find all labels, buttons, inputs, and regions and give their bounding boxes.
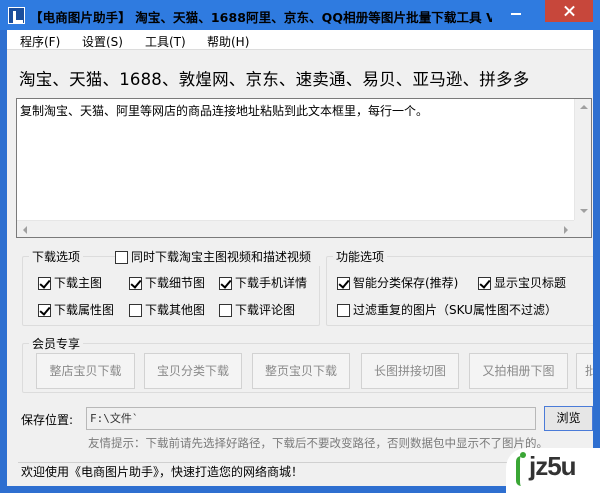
checkbox-label: 下载评论图 <box>235 303 296 317</box>
checkbox-box <box>219 277 232 290</box>
checkbox-box <box>129 277 142 290</box>
menu-help[interactable]: 帮助(H) <box>207 33 249 50</box>
menu-tools[interactable]: 工具(T) <box>145 33 186 50</box>
download-by-category-button[interactable]: 宝贝分类下载 <box>144 353 242 389</box>
checkbox-label: 下载主图 <box>54 276 103 290</box>
checkbox-label: 过滤重复的图片（SKU属性图不过滤） <box>353 303 557 317</box>
checkbox-label: 智能分类保存(推荐) <box>353 276 459 290</box>
checkbox-box <box>219 304 232 317</box>
function-options-group: 功能选项 智能分类保存(推荐) 显示宝贝标题 过滤重复的图片（SKU属性图不过滤… <box>326 248 593 326</box>
checkbox-box <box>38 277 51 290</box>
checkbox-box <box>478 277 491 290</box>
member-exclusive-title: 会员专享 <box>29 335 84 352</box>
logo-dot-icon <box>520 452 526 458</box>
browse-button[interactable]: 浏览 <box>544 406 593 431</box>
long-image-stitch-button[interactable]: 长图拼接切图 <box>361 353 459 389</box>
download-options-group: 下载选项 同时下载淘宝主图视频和描述视频 下载主图 下载细节图 下载手机详情 下… <box>22 248 320 326</box>
checkbox-box <box>38 304 51 317</box>
menu-program[interactable]: 程序(F) <box>20 33 60 50</box>
watermark-text: jz5u <box>529 451 577 481</box>
download-whole-store-button[interactable]: 整店宝贝下载 <box>36 353 135 389</box>
logo-mark-icon <box>516 456 526 486</box>
checkbox-box <box>115 251 128 264</box>
checkbox-label: 下载手机详情 <box>235 276 308 290</box>
scroll-right-icon[interactable] <box>564 226 568 234</box>
scroll-corner <box>574 220 591 237</box>
checkbox-label: 下载细节图 <box>145 276 206 290</box>
friendly-tip: 友情提示：下载前请先选择好路径，下载后不要改变路径，否则数据包中显示不了图片的。 <box>88 436 548 450</box>
scroll-down-icon[interactable] <box>580 209 588 213</box>
member-exclusive-group: 会员专享 整店宝贝下载 宝贝分类下载 整页宝贝下载 长图拼接切图 又拍相册下图 … <box>22 335 593 393</box>
url-textarea[interactable]: 复制淘宝、天猫、阿里等网店的商品连接地址粘贴到此文本框里，每行一个。 <box>16 98 592 238</box>
title-bar[interactable]: 【电商图片助手】 淘宝、天猫、1688阿里、京东、QQ相册等图片批量下载工具 V… <box>0 0 600 30</box>
save-path-input[interactable]: F:\文件` <box>86 407 536 430</box>
watermark-logo: jz5u <box>506 448 600 493</box>
checkbox-label: 显示宝贝标题 <box>494 276 567 290</box>
url-textarea-hint: 复制淘宝、天猫、阿里等网店的商品连接地址粘贴到此文本框里，每行一个。 <box>20 104 429 118</box>
horizontal-scrollbar[interactable] <box>17 220 574 237</box>
checkbox-box <box>129 304 142 317</box>
download-options-title: 下载选项 <box>29 248 84 265</box>
video-download-checkbox[interactable]: 同时下载淘宝主图视频和描述视频 <box>115 250 320 266</box>
main-window: 程序(F) 设置(S) 工具(T) 帮助(H) 淘宝、天猫、1688、敦煌网、京… <box>7 30 593 486</box>
menu-bar: 程序(F) 设置(S) 工具(T) 帮助(H) <box>7 30 593 50</box>
save-location-label: 保存位置: <box>21 413 74 427</box>
checkbox-label: 同时下载淘宝主图视频和描述视频 <box>131 250 312 264</box>
close-button[interactable] <box>545 0 593 22</box>
vertical-scrollbar[interactable] <box>574 99 591 237</box>
supported-platforms: 淘宝、天猫、1688、敦煌网、京东、速卖通、易贝、亚马逊、拼多多 <box>19 70 530 89</box>
scroll-left-icon[interactable] <box>23 226 27 234</box>
batch-button-partial[interactable]: 批 <box>576 353 593 389</box>
function-options-title: 功能选项 <box>333 248 388 265</box>
checkbox-label: 下载属性图 <box>54 303 115 317</box>
youpai-album-download-button[interactable]: 又拍相册下图 <box>469 353 568 389</box>
menu-settings[interactable]: 设置(S) <box>82 33 123 50</box>
window-title: 【电商图片助手】 淘宝、天猫、1688阿里、京东、QQ相册等图片批量下载工具 V… <box>30 10 492 25</box>
app-icon <box>8 7 25 24</box>
checkbox-box <box>337 277 350 290</box>
minimize-button[interactable] <box>503 0 529 22</box>
download-whole-page-button[interactable]: 整页宝贝下载 <box>252 353 350 389</box>
checkbox-box <box>337 304 350 317</box>
scroll-up-icon[interactable] <box>580 105 588 109</box>
checkbox-label: 下载其他图 <box>145 303 206 317</box>
